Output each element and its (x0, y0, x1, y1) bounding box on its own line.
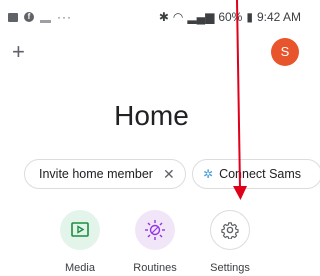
bluetooth-icon: ✱ (158, 10, 169, 24)
close-icon[interactable]: ✕ (163, 166, 175, 183)
media-label: Media (65, 262, 95, 274)
message-icon (8, 12, 18, 22)
connect-chip[interactable]: ✲ Connect Sams (192, 159, 320, 189)
settings-label: Settings (210, 262, 250, 274)
routines-icon (135, 210, 175, 250)
chip-label: Invite home member (39, 167, 153, 181)
facebook-icon: f (24, 12, 34, 22)
routines-button[interactable]: Routines (125, 210, 185, 274)
image-icon (40, 12, 51, 23)
signal-icon: ▂▄▆ (187, 10, 215, 24)
avatar[interactable]: S (271, 38, 299, 66)
settings-button[interactable]: Settings (200, 210, 260, 274)
gear-icon (210, 210, 250, 250)
routines-label: Routines (133, 262, 177, 274)
media-button[interactable]: Media (50, 210, 110, 274)
system-status: ✱ ◠ ▂▄▆ 60% ▮ 9:42 AM (159, 10, 301, 24)
fan-icon: ✲ (203, 167, 214, 181)
battery-icon: ▮ (246, 10, 253, 24)
battery-percent: 60% (218, 10, 243, 24)
chip-label: Connect Sams (219, 167, 302, 181)
page-title: Home (114, 100, 189, 131)
wifi-icon: ◠ (172, 10, 184, 24)
clock: 9:42 AM (256, 10, 301, 24)
status-bar: f ··· ✱ ◠ ▂▄▆ 60% ▮ 9:42 AM (0, 0, 303, 30)
invite-home-member-chip[interactable]: Invite home member ✕ (24, 159, 186, 189)
media-icon (60, 210, 100, 250)
more-notifications-icon: ··· (57, 10, 72, 24)
notification-icons: f ··· (8, 10, 72, 24)
plus-icon[interactable]: + (12, 41, 32, 63)
